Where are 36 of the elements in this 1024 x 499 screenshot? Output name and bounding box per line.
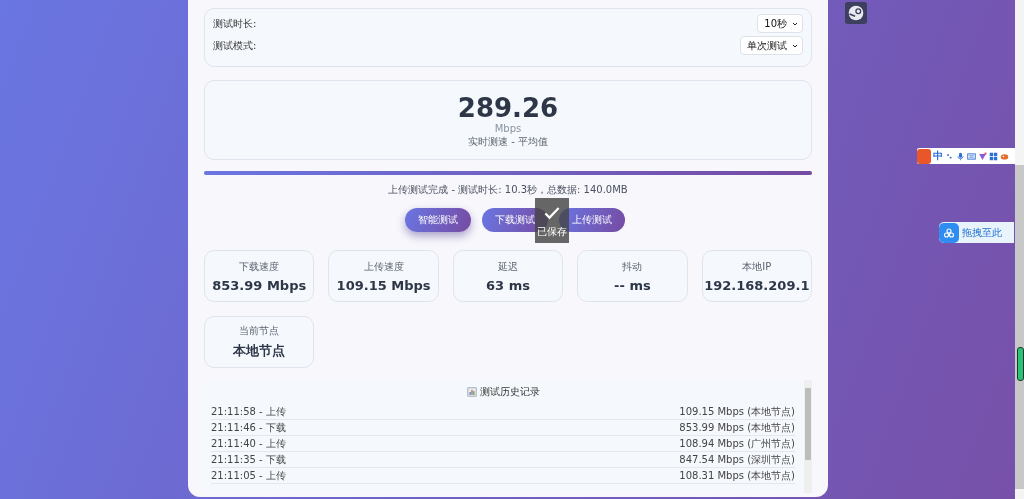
history-time: 21:11:35 - 下载 bbox=[211, 452, 286, 467]
history-result: 853.99 Mbps (本地节点) bbox=[679, 420, 795, 435]
stat-label: 下载速度 bbox=[239, 259, 280, 274]
history-result: 109.15 Mbps (本地节点) bbox=[679, 404, 795, 419]
history-time: 21:11:05 - 上传 bbox=[211, 468, 286, 483]
speed-unit: Mbps bbox=[494, 123, 522, 134]
setting-label: 测试时长: bbox=[213, 16, 257, 31]
input-method-toolbar[interactable]: 中 bbox=[917, 148, 1017, 164]
stat-value: 109.15 Mbps bbox=[336, 277, 431, 293]
history-result: 108.31 Mbps (本地节点) bbox=[679, 468, 795, 483]
select-field[interactable]: 10秒 bbox=[757, 14, 803, 33]
stat-value: 853.99 Mbps bbox=[212, 277, 307, 293]
test-button[interactable]: 智能测试 bbox=[405, 208, 471, 232]
stat-value: 192.168.209.1 bbox=[704, 277, 810, 293]
setting-label: 测试模式: bbox=[213, 38, 257, 53]
stat-label: 延迟 bbox=[498, 259, 518, 274]
stat-label: 抖动 bbox=[622, 259, 643, 274]
stat-value: 63 ms bbox=[486, 277, 530, 293]
history-time: 21:11:40 - 上传 bbox=[211, 436, 286, 451]
stat-value: -- ms bbox=[614, 277, 651, 293]
ime-mode[interactable]: 中 bbox=[933, 149, 943, 163]
stat-label: 本地IP bbox=[742, 259, 772, 274]
select-field[interactable]: 单次测试 bbox=[740, 36, 803, 55]
stat-value: 本地节点 bbox=[233, 342, 286, 360]
stat-label: 当前节点 bbox=[239, 324, 280, 338]
history-result: 847.54 Mbps (深圳节点) bbox=[679, 452, 795, 467]
drop-zone[interactable]: 拖拽至此 bbox=[939, 222, 1014, 243]
status-text: 上传测试完成 - 测试时长: 10.3秒，总数据: 140.0MB bbox=[387, 183, 629, 197]
speed-value: 289.26 bbox=[457, 93, 559, 123]
history-time: 21:11:46 - 下载 bbox=[211, 420, 286, 435]
history-result: 108.94 Mbps (广州节点) bbox=[679, 436, 795, 451]
history-title: 测试历史记录 bbox=[479, 385, 540, 399]
stat-label: 上传速度 bbox=[363, 259, 404, 274]
history-time: 21:11:58 - 上传 bbox=[211, 404, 286, 419]
drop-zone-text: 拖拽至此 bbox=[962, 225, 1002, 240]
speed-caption: 实时测速 - 平均值 bbox=[468, 135, 548, 149]
